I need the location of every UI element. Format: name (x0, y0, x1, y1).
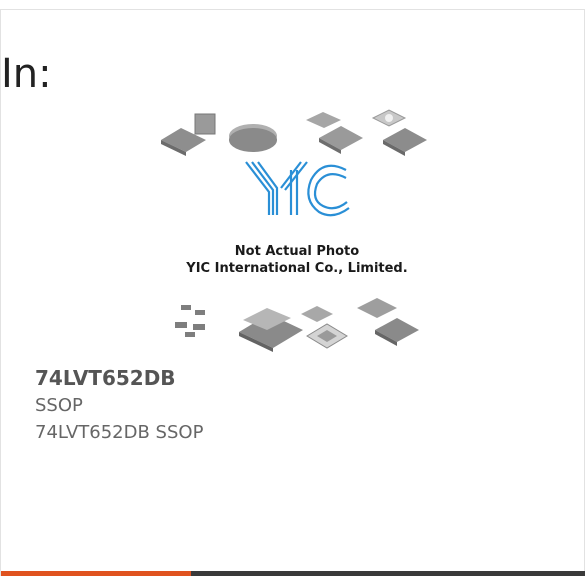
package-type: SSOP (35, 395, 83, 416)
product-info: 74LVT652DB SSOP 74LVT652DB SSOP (35, 365, 555, 446)
part-number[interactable]: 74LVT652DB (35, 365, 555, 392)
bottom-accent-segment (1, 571, 191, 576)
photo-caption-line2: YIC International Co., Limited. (185, 261, 407, 276)
chip-icons-bottom (175, 298, 419, 352)
bottom-progress-bar (1, 571, 585, 576)
product-photo[interactable]: Not Actual Photo YIC International Co., … (151, 100, 441, 360)
yic-logo (245, 161, 350, 217)
chip-icons-top (161, 109, 427, 156)
product-card[interactable]: In: Not Actual Photo YIC International C… (0, 9, 585, 576)
in-prefix-label: In: (1, 51, 52, 97)
photo-caption-line1: Not Actual Photo (235, 244, 359, 259)
chip-placeholder-image: Not Actual Photo YIC International Co., … (161, 109, 427, 352)
product-description: 74LVT652DB SSOP (35, 422, 204, 443)
